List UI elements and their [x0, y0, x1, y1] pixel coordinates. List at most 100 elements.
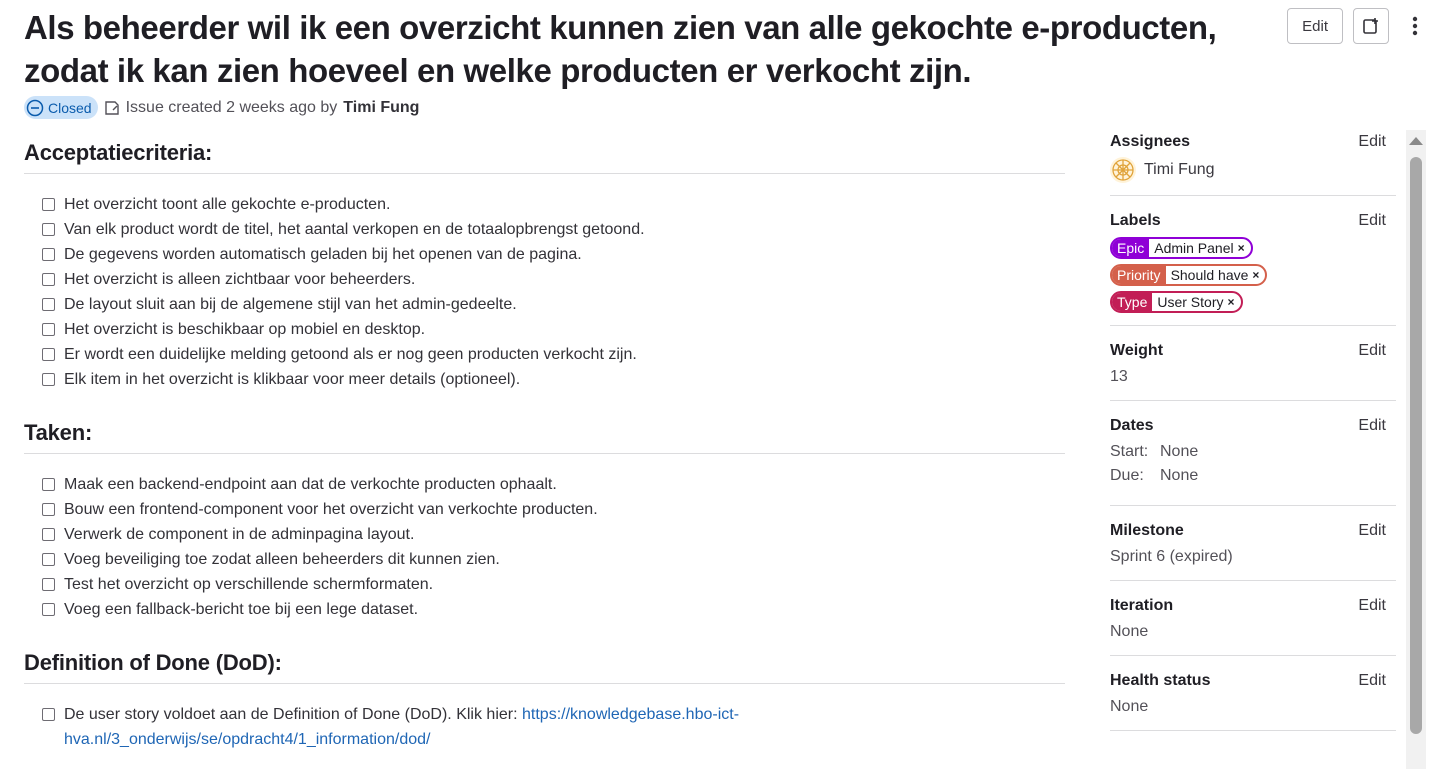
dates-block: Dates Edit Start: None Due: None — [1110, 414, 1396, 506]
task-checkbox[interactable] — [42, 503, 55, 516]
task-text: Voeg een fallback-bericht toe bij een le… — [64, 601, 419, 618]
task-text: Er wordt een duidelijke melding getoond … — [64, 346, 637, 363]
add-note-icon — [1363, 18, 1378, 34]
task-checkbox[interactable] — [42, 273, 55, 286]
milestone-block: Milestone Edit Sprint 6 (expired) — [1110, 519, 1396, 581]
task-text: Het overzicht is alleen zichtbaar voor b… — [64, 271, 416, 288]
task-checkbox[interactable] — [42, 323, 55, 336]
labels-list: Epic Admin Panel × Priority Should have × Type… — [1110, 237, 1396, 313]
start-date-row: Start: None — [1110, 443, 1396, 461]
iteration-title: Iteration — [1110, 596, 1174, 614]
weight-edit-button[interactable]: Edit — [1358, 342, 1396, 360]
milestone-value[interactable]: Sprint 6 (expired) — [1110, 546, 1396, 568]
list-item: Maak een backend-endpoint aan dat de ver… — [42, 472, 1065, 497]
assignees-edit-button[interactable]: Edit — [1358, 133, 1396, 151]
task-checkbox[interactable] — [42, 578, 55, 591]
task-checkbox[interactable] — [42, 348, 55, 361]
labels-edit-button[interactable]: Edit — [1358, 212, 1396, 230]
avatar — [1110, 157, 1136, 183]
task-checkbox[interactable] — [42, 553, 55, 566]
list-item: Verwerk de component in de adminpagina l… — [42, 522, 1065, 547]
issue-description: Acceptatiecriteria: Het overzicht toont … — [24, 140, 1065, 752]
task-text: De user story voldoet aan de Definition … — [64, 702, 739, 752]
due-date-value: None — [1160, 467, 1199, 484]
list-item: Elk item in het overzicht is klikbaar vo… — [42, 367, 1065, 392]
task-checkbox[interactable] — [42, 298, 55, 311]
assignee-name: Timi Fung — [1144, 161, 1215, 178]
task-checkbox[interactable] — [42, 708, 55, 721]
list-item: Voeg beveiliging toe zodat alleen beheer… — [42, 547, 1065, 572]
issue-sidebar: Assignees Edit Timi Fung Labels Edit Epi… — [1110, 130, 1396, 744]
header-actions: Edit — [1287, 8, 1425, 44]
created-text: Issue created 2 weeks ago by — [125, 98, 338, 116]
list-item: Van elk product wordt de titel, het aant… — [42, 217, 1065, 242]
dod-list: De user story voldoet aan de Definition … — [24, 684, 1065, 752]
label-chip[interactable]: Type User Story × — [1110, 291, 1243, 313]
edit-issue-button[interactable]: Edit — [1287, 8, 1343, 44]
task-checkbox[interactable] — [42, 528, 55, 541]
label-chip[interactable]: Priority Should have × — [1110, 264, 1268, 286]
health-edit-button[interactable]: Edit — [1358, 672, 1396, 690]
remove-label-icon[interactable]: × — [1238, 239, 1251, 257]
task-text: De gegevens worden automatisch geladen b… — [64, 246, 582, 263]
weight-block: Weight Edit 13 — [1110, 339, 1396, 401]
list-item: Er wordt een duidelijke melding getoond … — [42, 342, 1065, 367]
weight-value: 13 — [1110, 368, 1128, 385]
more-actions-button[interactable] — [1405, 8, 1425, 44]
list-item: Test het overzicht op verschillende sche… — [42, 572, 1065, 597]
tasks-heading: Taken: — [24, 420, 1065, 454]
remove-label-icon[interactable]: × — [1252, 266, 1265, 284]
task-text: Van elk product wordt de titel, het aant… — [64, 221, 645, 238]
label-chip[interactable]: Epic Admin Panel × — [1110, 237, 1253, 259]
dod-link[interactable]: https://knowledgebase.hbo-ict- — [522, 706, 739, 723]
health-value: None — [1110, 698, 1149, 715]
list-item: De user story voldoet aan de Definition … — [42, 702, 1065, 752]
list-item: Voeg een fallback-bericht toe bij een le… — [42, 597, 1065, 622]
dod-link-continued[interactable]: hva.nl/3_onderwijs/se/opdracht4/1_inform… — [64, 731, 430, 748]
task-checkbox[interactable] — [42, 248, 55, 261]
tasks-list: Maak een backend-endpoint aan dat de ver… — [24, 454, 1065, 622]
assignees-block: Assignees Edit Timi Fung — [1110, 130, 1396, 196]
sidebar-scrollbar[interactable] — [1406, 130, 1426, 769]
acceptance-heading: Acceptatiecriteria: — [24, 140, 1065, 174]
scrollbar-thumb[interactable] — [1410, 157, 1422, 734]
health-title: Health status — [1110, 671, 1211, 689]
remove-label-icon[interactable]: × — [1227, 293, 1240, 311]
acceptance-list: Het overzicht toont alle gekochte e-prod… — [24, 174, 1065, 392]
milestone-edit-button[interactable]: Edit — [1358, 522, 1396, 540]
iteration-edit-button[interactable]: Edit — [1358, 597, 1396, 615]
labels-block: Labels Edit Epic Admin Panel × Priority Shou… — [1110, 209, 1396, 326]
weight-title: Weight — [1110, 341, 1164, 359]
health-block: Health status Edit None — [1110, 669, 1396, 731]
label-key: Priority — [1112, 266, 1166, 284]
task-checkbox[interactable] — [42, 478, 55, 491]
task-checkbox[interactable] — [42, 603, 55, 616]
task-text: Maak een backend-endpoint aan dat de ver… — [64, 476, 557, 493]
dates-edit-button[interactable]: Edit — [1358, 417, 1396, 435]
iteration-value: None — [1110, 623, 1149, 640]
dod-heading: Definition of Done (DoD): — [24, 650, 1065, 684]
issue-title: Als beheerder wil ik een overzicht kunne… — [24, 9, 1217, 89]
author-link[interactable]: Timi Fung — [343, 99, 419, 117]
task-checkbox[interactable] — [42, 223, 55, 236]
label-key: Type — [1112, 293, 1153, 311]
dod-text: De user story voldoet aan de Definition … — [64, 706, 522, 723]
task-text: Voeg beveiliging toe zodat alleen beheer… — [64, 551, 500, 568]
issue-icon — [104, 100, 119, 115]
start-date-label: Start: — [1110, 443, 1149, 460]
list-item: Bouw een frontend-component voor het ove… — [42, 497, 1065, 522]
label-key: Epic — [1112, 239, 1150, 257]
new-related-issue-button[interactable] — [1353, 8, 1389, 44]
scroll-up-arrow-icon[interactable] — [1409, 137, 1423, 145]
due-date-row: Due: None — [1110, 467, 1396, 485]
task-checkbox[interactable] — [42, 373, 55, 386]
task-text: Elk item in het overzicht is klikbaar vo… — [64, 371, 521, 388]
iteration-block: Iteration Edit None — [1110, 594, 1396, 656]
list-item: Het overzicht toont alle gekochte e-prod… — [42, 192, 1065, 217]
status-label: Closed — [48, 99, 92, 116]
assignee-item[interactable]: Timi Fung — [1110, 157, 1396, 183]
dates-title: Dates — [1110, 416, 1154, 434]
label-value: Admin Panel — [1154, 240, 1234, 256]
list-item: Het overzicht is beschikbaar op mobiel e… — [42, 317, 1065, 342]
task-checkbox[interactable] — [42, 198, 55, 211]
